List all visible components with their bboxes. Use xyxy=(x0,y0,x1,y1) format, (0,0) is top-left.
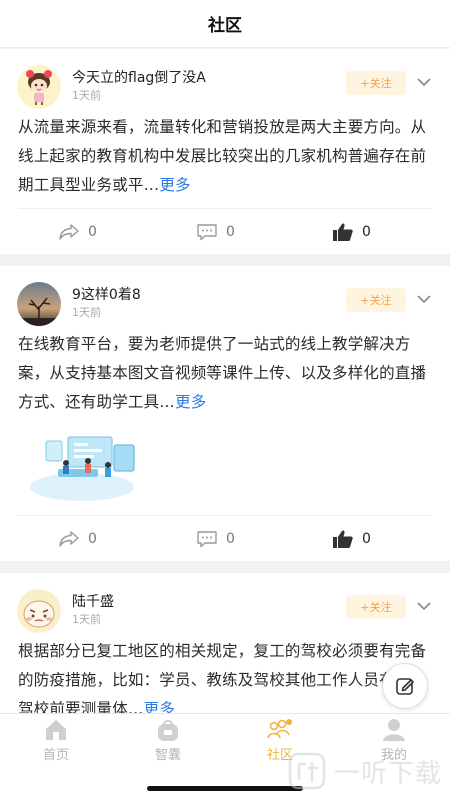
thumbs-up-icon xyxy=(333,223,353,241)
edit-icon xyxy=(396,678,414,695)
chevron-down-icon[interactable] xyxy=(416,292,432,306)
post-text[interactable]: 在线教育平台，要为老师提供了一站式的线上教学解决方案，从支持基本图文音视频等课件… xyxy=(0,330,450,417)
more-link[interactable]: 更多 xyxy=(159,176,190,194)
tab-label: 智囊 xyxy=(154,748,181,763)
author-name[interactable]: 9这样0着8 xyxy=(72,284,141,304)
post-excerpt: 从流量来源来看，流量转化和营销投放是两大主要方向。从线上起家的教育机构中发展比较… xyxy=(18,118,427,194)
compose-button[interactable] xyxy=(382,663,428,709)
follow-button[interactable]: +关注 xyxy=(346,595,406,619)
comment-icon xyxy=(197,224,217,241)
share-button[interactable]: 0 xyxy=(58,516,97,562)
tab-zhinang[interactable]: 智囊 xyxy=(128,718,208,768)
share-count: 0 xyxy=(88,531,97,547)
chevron-down-icon[interactable] xyxy=(416,75,432,89)
home-indicator xyxy=(147,786,303,791)
post-card[interactable]: 今天立的flag倒了没A 1天前 +关注 从流量来源来看，流量转化和营销投放是两… xyxy=(0,49,450,254)
community-feed[interactable]: 今天立的flag倒了没A 1天前 +关注 从流量来源来看，流量转化和营销投放是两… xyxy=(0,49,450,713)
tab-home[interactable]: 首页 xyxy=(16,718,96,768)
post-actions: 0 0 0 xyxy=(18,208,432,254)
post-text[interactable]: 根据部分已复工地区的相关规定，复工的驾校必须要有完备的防疫措施，比如：学员、教练… xyxy=(0,637,450,713)
sunset-tree-avatar[interactable] xyxy=(17,282,61,326)
post-card[interactable]: 9这样0着8 1天前 +关注 在线教育平台，要为老师提供了一站式的线上教学解决方… xyxy=(0,266,450,561)
share-button[interactable]: 0 xyxy=(58,209,97,255)
bag-icon xyxy=(158,720,178,741)
cartoon-girl-avatar[interactable] xyxy=(17,65,61,109)
post-time: 1天前 xyxy=(72,89,101,102)
more-link[interactable]: 更多 xyxy=(144,700,175,713)
follow-button[interactable]: +关注 xyxy=(346,71,406,95)
post-time: 1天前 xyxy=(72,306,101,319)
cartoon-face-avatar[interactable] xyxy=(17,589,61,633)
post-image[interactable] xyxy=(10,425,152,507)
comment-button[interactable]: 0 xyxy=(196,209,235,255)
post-excerpt: 根据部分已复工地区的相关规定，复工的驾校必须要有完备的防疫措施，比如：学员、教练… xyxy=(18,642,427,713)
comment-button[interactable]: 0 xyxy=(196,516,235,562)
post-actions: 0 0 0 xyxy=(18,515,432,561)
comment-count: 0 xyxy=(226,224,235,240)
like-count: 0 xyxy=(362,224,371,240)
user-icon xyxy=(383,719,405,741)
page-title: 社区 xyxy=(208,16,242,36)
top-bar: 社区 xyxy=(0,0,450,48)
author-name[interactable]: 陆千盛 xyxy=(72,591,114,611)
watermark-text: 一听下载 xyxy=(334,758,443,789)
home-icon xyxy=(46,720,66,740)
tab-label: 首页 xyxy=(42,748,69,763)
post-time: 1天前 xyxy=(72,613,101,626)
like-button[interactable]: 0 xyxy=(332,516,371,562)
watermark: 一听下载 xyxy=(288,752,442,790)
thumbs-up-icon xyxy=(333,530,353,548)
post-header: 陆千盛 1天前 +关注 xyxy=(0,573,450,637)
more-link[interactable]: 更多 xyxy=(175,393,206,411)
post-header: 9这样0着8 1天前 +关注 xyxy=(0,266,450,330)
post-header: 今天立的flag倒了没A 1天前 +关注 xyxy=(0,49,450,113)
post-text[interactable]: 从流量来源来看，流量转化和营销投放是两大主要方向。从线上起家的教育机构中发展比较… xyxy=(0,113,450,200)
author-name[interactable]: 今天立的flag倒了没A xyxy=(72,67,206,87)
follow-button[interactable]: +关注 xyxy=(346,288,406,312)
like-count: 0 xyxy=(362,531,371,547)
community-icon xyxy=(267,719,292,739)
share-icon xyxy=(59,531,79,547)
comment-icon xyxy=(197,531,217,548)
chevron-down-icon[interactable] xyxy=(416,599,432,613)
share-icon xyxy=(59,224,79,240)
share-count: 0 xyxy=(88,224,97,240)
watermark-logo xyxy=(288,752,326,790)
comment-count: 0 xyxy=(226,531,235,547)
like-button[interactable]: 0 xyxy=(332,209,371,255)
post-excerpt: 在线教育平台，要为老师提供了一站式的线上教学解决方案，从支持基本图文音视频等课件… xyxy=(18,335,427,411)
